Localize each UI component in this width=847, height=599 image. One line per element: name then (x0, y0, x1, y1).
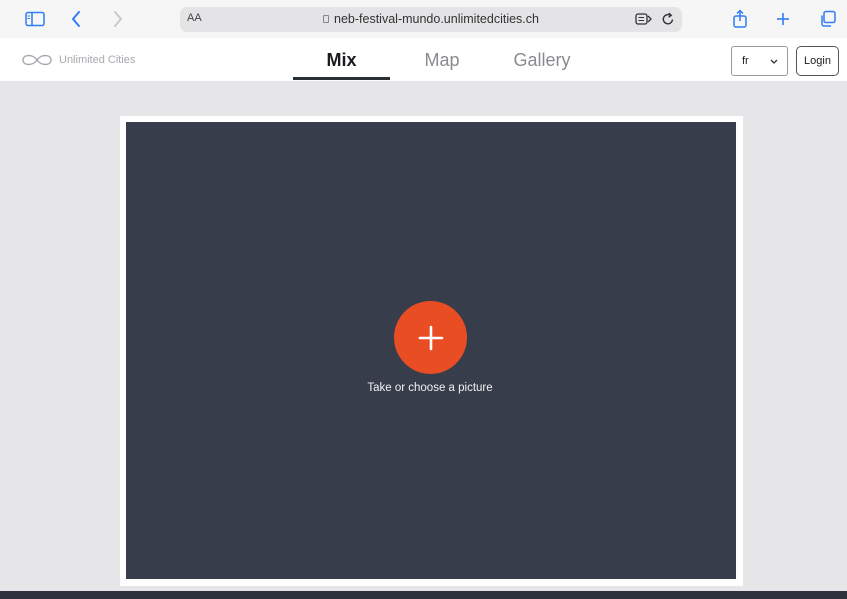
tab-mix[interactable]: Mix (293, 50, 390, 71)
chevron-down-icon (768, 54, 780, 66)
infinity-logo-icon (22, 54, 52, 66)
browser-toolbar: AA neb-festival-mundo.unlimitedcities.ch (0, 0, 847, 38)
address-bar[interactable]: AA neb-festival-mundo.unlimitedcities.ch (180, 7, 682, 32)
language-select-value: fr (742, 55, 749, 67)
plus-icon (418, 325, 443, 350)
reader-view-icon[interactable] (635, 11, 653, 27)
back-arrow-icon[interactable] (68, 8, 84, 30)
add-picture-caption: Take or choose a picture (367, 382, 493, 394)
tab-map[interactable]: Map (413, 50, 471, 71)
brand-logo[interactable]: Unlimited Cities (19, 52, 135, 68)
lock-icon (323, 15, 330, 23)
forward-arrow-icon[interactable] (110, 8, 126, 30)
brand-name: Unlimited Cities (59, 54, 136, 66)
sidebar-toggle-icon[interactable] (24, 8, 46, 30)
url-field[interactable]: neb-festival-mundo.unlimitedcities.ch (180, 12, 682, 26)
language-select[interactable]: fr (731, 46, 788, 76)
add-picture-button[interactable] (394, 301, 467, 374)
url-text: neb-festival-mundo.unlimitedcities.ch (334, 12, 539, 26)
tabs-overview-icon[interactable] (818, 8, 838, 30)
share-icon[interactable] (731, 8, 749, 30)
bottom-bar (0, 591, 847, 599)
active-tab-indicator (293, 77, 390, 80)
login-button[interactable]: Login (796, 46, 839, 76)
tab-gallery[interactable]: Gallery (508, 50, 576, 71)
reload-icon[interactable] (661, 11, 675, 27)
site-navbar: Unlimited Cities Mix Map Gallery fr Logi… (0, 38, 847, 82)
new-tab-icon[interactable] (774, 8, 792, 30)
